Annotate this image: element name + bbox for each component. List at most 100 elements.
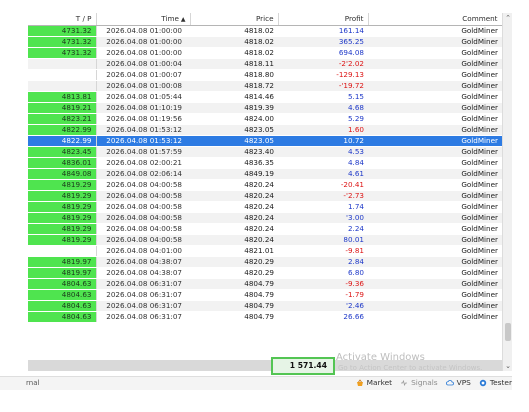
cell-profit: 4.84 bbox=[278, 157, 368, 169]
table-row[interactable]: 4819.29 2026.04.08 04:00:58 4820.24 1.74 Gol… bbox=[28, 201, 502, 213]
column-header-tp[interactable]: T / P bbox=[28, 13, 97, 26]
cell-comment: GoldMiner bbox=[368, 201, 502, 213]
column-header-price[interactable]: Price bbox=[190, 13, 279, 26]
column-header-time[interactable]: Time ▲ bbox=[96, 13, 191, 26]
table-row[interactable]: 4849.08 2026.04.08 02:06:14 4849.19 4.61 Gol… bbox=[28, 168, 502, 180]
cell-price: 4823.40 bbox=[190, 146, 278, 158]
cell-price: 4804.79 bbox=[190, 289, 278, 301]
toolbar-tabs: Market Signals VPS Tester bbox=[356, 378, 512, 387]
table-row[interactable]: 4731.32 2026.04.08 01:00:00 4818.02 365.25 G… bbox=[28, 36, 502, 48]
table-row[interactable]: 4804.63 2026.04.08 06:31:07 4804.79 -9.36 Go… bbox=[28, 278, 502, 290]
table-row[interactable]: 4819.29 2026.04.08 04:00:58 4820.24 2.24 Gol… bbox=[28, 223, 502, 235]
cell-tp bbox=[28, 245, 97, 257]
tab-tester[interactable]: Tester bbox=[479, 378, 512, 387]
table-row[interactable]: 4819.29 2026.04.08 04:00:58 4820.24 80.01 Go… bbox=[28, 234, 502, 246]
cell-profit: 1.60 bbox=[278, 124, 368, 136]
signal-icon bbox=[401, 379, 408, 386]
cell-price: 4820.24 bbox=[190, 201, 278, 213]
scroll-down-arrow-icon[interactable]: ⌄ bbox=[503, 361, 513, 371]
table-row[interactable]: 4836.01 2026.04.08 02:00:21 4836.35 4.84 Gol… bbox=[28, 157, 502, 169]
table-row[interactable]: 4819.97 2026.04.08 04:38:07 4820.29 6.80 Gol… bbox=[28, 267, 502, 279]
cell-price: 4824.00 bbox=[190, 113, 278, 125]
basket-icon bbox=[356, 378, 363, 386]
cell-tp: 4836.01 bbox=[28, 157, 97, 169]
cell-tp: 4822.99 bbox=[28, 135, 97, 147]
cell-profit: 694.08 bbox=[278, 47, 368, 59]
cell-comment: GoldMiner bbox=[368, 113, 502, 125]
table-row[interactable]: 4804.63 2026.04.08 06:31:07 4804.79 26.66 Go… bbox=[28, 311, 502, 323]
table-row[interactable]: 4819.29 2026.04.08 04:00:58 4820.24 -'2.73 G… bbox=[28, 190, 502, 202]
table-row[interactable]: 2026.04.08 01:00:04 4818.11 -2'2.02 GoldMin… bbox=[28, 58, 502, 70]
cell-comment: GoldMiner bbox=[368, 36, 502, 48]
cell-comment: GoldMiner bbox=[368, 223, 502, 235]
table-row[interactable]: 4731.32 2026.04.08 01:00:00 4818.02 694.08 G… bbox=[28, 47, 502, 59]
tab-vps[interactable]: VPS bbox=[445, 378, 471, 387]
cell-comment: GoldMiner bbox=[368, 146, 502, 158]
vertical-scrollbar[interactable]: ⌃ ⌄ bbox=[502, 13, 512, 371]
table-row[interactable]: 4822.99 2026.04.08 01:53:12 4823.05 10.72 Go… bbox=[28, 135, 502, 147]
cell-price: 4820.24 bbox=[190, 179, 278, 191]
journal-tab-label[interactable]: rnal bbox=[26, 379, 39, 387]
cell-comment: GoldMiner bbox=[368, 80, 502, 92]
cell-time: 2026.04.08 01:00:00 bbox=[96, 36, 190, 48]
column-header-profit[interactable]: Profit bbox=[278, 13, 369, 26]
tab-tester-label: Tester bbox=[489, 378, 512, 387]
cell-price: 4818.02 bbox=[190, 36, 278, 48]
table-row[interactable]: 4819.21 2026.04.08 01:10:19 4819.39 4.68 Gol… bbox=[28, 102, 502, 114]
scrollbar-thumb[interactable] bbox=[505, 323, 511, 341]
cloud-icon bbox=[445, 379, 454, 385]
table-row[interactable]: 2026.04.08 01:00:08 4818.72 -'19.72 GoldMin… bbox=[28, 80, 502, 92]
tab-signals[interactable]: Signals bbox=[400, 378, 438, 387]
cell-comment: GoldMiner bbox=[368, 102, 502, 114]
cell-tp: 4804.63 bbox=[28, 300, 97, 312]
table-row[interactable]: 4819.29 2026.04.08 04:00:58 4820.24 -20.41 G… bbox=[28, 179, 502, 191]
cell-comment: GoldMiner bbox=[368, 69, 502, 81]
trade-table: T / P Time ▲ Price Profit Comment 4731.32… bbox=[28, 13, 503, 323]
scroll-up-arrow-icon[interactable]: ⌃ bbox=[503, 13, 513, 23]
table-row[interactable]: 4823.45 2026.04.08 01:57:59 4823.40 4.53 Gol… bbox=[28, 146, 502, 158]
table-row[interactable]: 4731.32 2026.04.08 01:00:00 4818.02 161.14 G… bbox=[28, 25, 502, 37]
table-row[interactable]: 4819.97 2026.04.08 04:38:07 4820.29 2.84 Gol… bbox=[28, 256, 502, 268]
cell-comment: GoldMiner bbox=[368, 168, 502, 180]
cell-time: 2026.04.08 01:10:19 bbox=[96, 102, 190, 114]
table-row[interactable]: 2026.04.08 04:01:00 4821.01 -9.81 GoldMiner bbox=[28, 245, 502, 257]
cell-time: 2026.04.08 04:00:58 bbox=[96, 190, 190, 202]
cell-tp: 4731.32 bbox=[28, 47, 97, 59]
cell-comment: GoldMiner bbox=[368, 311, 502, 323]
tester-icon bbox=[479, 379, 487, 386]
cell-profit: 4.53 bbox=[278, 146, 368, 158]
cell-profit: '2.46 bbox=[278, 300, 368, 312]
cell-comment: GoldMiner bbox=[368, 157, 502, 169]
table-row[interactable]: 4804.63 2026.04.08 06:31:07 4804.79 -1.79 Go… bbox=[28, 289, 502, 301]
cell-profit: 10.72 bbox=[278, 135, 368, 147]
cell-tp: 4804.63 bbox=[28, 278, 97, 290]
cell-comment: GoldMiner bbox=[368, 245, 502, 257]
cell-profit: '3.00 bbox=[278, 212, 368, 224]
tab-market[interactable]: Market bbox=[356, 378, 392, 387]
cell-price: 4804.79 bbox=[190, 300, 278, 312]
table-row[interactable]: 4822.99 2026.04.08 01:53:12 4823.05 1.60 Gol… bbox=[28, 124, 502, 136]
table-row[interactable]: 2026.04.08 01:00:07 4818.80 -129.13 GoldMin… bbox=[28, 69, 502, 81]
cell-profit: -1.79 bbox=[278, 289, 368, 301]
cell-profit: -'19.72 bbox=[278, 80, 368, 92]
column-header-comment[interactable]: Comment bbox=[368, 13, 503, 26]
table-row[interactable]: 4823.21 2026.04.08 01:19:56 4824.00 5.29 Gol… bbox=[28, 113, 502, 125]
cell-tp bbox=[28, 69, 97, 81]
table-row[interactable]: 4813.81 2026.04.08 01:05:44 4814.46 5.15 Gol… bbox=[28, 91, 502, 103]
cell-time: 2026.04.08 04:00:58 bbox=[96, 234, 190, 246]
cell-price: 4836.35 bbox=[190, 157, 278, 169]
cell-profit: 2.24 bbox=[278, 223, 368, 235]
table-row[interactable]: 4804.63 2026.04.08 06:31:07 4804.79'2.46 Go… bbox=[28, 300, 502, 312]
cell-price: 4820.24 bbox=[190, 212, 278, 224]
cell-tp: 4819.21 bbox=[28, 102, 97, 114]
bottom-toolbar: rnal Market Signals VPS Tester bbox=[0, 376, 512, 390]
activate-windows-watermark-subtitle: Go to Action Center to activate Windows. bbox=[338, 364, 483, 372]
cell-comment: GoldMiner bbox=[368, 212, 502, 224]
cell-comment: GoldMiner bbox=[368, 124, 502, 136]
cell-profit: 80.01 bbox=[278, 234, 368, 246]
cell-time: 2026.04.08 04:38:07 bbox=[96, 267, 190, 279]
cell-tp: 4819.29 bbox=[28, 179, 97, 191]
table-row[interactable]: 4819.29 2026.04.08 04:00:58 4820.24'3.00 Go… bbox=[28, 212, 502, 224]
cell-time: 2026.04.08 01:00:00 bbox=[96, 25, 190, 37]
cell-price: 4818.02 bbox=[190, 47, 278, 59]
